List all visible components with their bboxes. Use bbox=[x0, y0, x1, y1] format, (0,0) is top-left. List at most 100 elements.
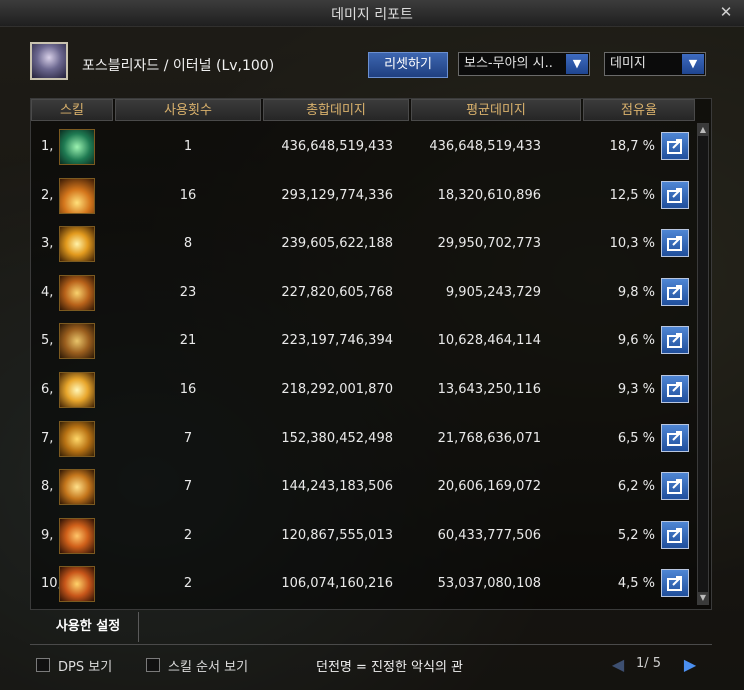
dungeon-name: 던전명 = 진정한 악식의 관 bbox=[316, 660, 464, 675]
row-average-damage: 10,628,464,114 bbox=[437, 333, 541, 349]
skill-icon-bow bbox=[59, 323, 95, 360]
row-use-count: 23 bbox=[179, 284, 197, 300]
row-total-damage: 152,380,452,498 bbox=[281, 430, 393, 446]
row-share: 5,2 % bbox=[617, 527, 655, 543]
row-total-damage: 227,820,605,768 bbox=[281, 284, 393, 300]
share-export-button[interactable] bbox=[661, 132, 689, 160]
share-export-button[interactable] bbox=[661, 180, 689, 209]
close-icon[interactable]: ✕ bbox=[718, 4, 734, 20]
tab-used-settings[interactable]: 사용한 설정 bbox=[38, 612, 139, 642]
row-total-damage: 106,074,160,216 bbox=[281, 576, 393, 592]
row-use-count: 7 bbox=[183, 479, 193, 495]
character-avatar bbox=[30, 42, 68, 80]
skill-order-checkbox[interactable] bbox=[146, 658, 160, 672]
share-export-button[interactable] bbox=[661, 472, 689, 501]
row-share: 9,8 % bbox=[617, 284, 655, 300]
table-row: 3, 8 239,605,622,188 29,950,702,773 10,3… bbox=[31, 220, 695, 269]
export-icon bbox=[667, 576, 682, 592]
row-rank: 4, bbox=[41, 284, 54, 300]
scroll-up-arrow-icon[interactable]: ▲ bbox=[698, 124, 708, 136]
next-page-icon[interactable]: ▶ bbox=[682, 654, 698, 676]
row-share: 12,5 % bbox=[609, 187, 655, 203]
row-share: 9,3 % bbox=[617, 381, 655, 397]
row-total-damage: 436,648,519,433 bbox=[281, 139, 393, 154]
export-icon bbox=[667, 430, 682, 446]
chevron-down-icon[interactable]: ▼ bbox=[566, 54, 588, 74]
skill-icon-green-burst bbox=[59, 129, 95, 165]
scroll-down-arrow-icon[interactable]: ▼ bbox=[698, 592, 708, 604]
row-rank: 8, bbox=[41, 479, 54, 495]
skill-icon-flame-burst bbox=[59, 177, 95, 214]
title-bar[interactable]: 데미지 리포트 ✕ bbox=[0, 0, 744, 27]
export-icon bbox=[667, 187, 682, 203]
row-rank: 3, bbox=[41, 236, 54, 252]
table-row: 2, 16 293,129,774,336 18,320,610,896 12,… bbox=[31, 172, 695, 221]
row-share: 6,5 % bbox=[617, 430, 655, 446]
row-use-count: 7 bbox=[183, 430, 193, 446]
row-total-damage: 144,243,183,506 bbox=[281, 479, 393, 495]
row-use-count: 1 bbox=[183, 139, 193, 154]
row-rank: 5, bbox=[41, 333, 54, 349]
row-use-count: 16 bbox=[179, 381, 197, 397]
dps-view-checkbox[interactable] bbox=[36, 658, 50, 672]
header-total-damage: 총합데미지 bbox=[263, 99, 409, 121]
table-header: 스킬 사용횟수 총합데미지 평균데미지 점유율 bbox=[31, 99, 695, 123]
chevron-down-icon[interactable]: ▼ bbox=[682, 54, 704, 74]
row-total-damage: 293,129,774,336 bbox=[281, 187, 393, 203]
export-icon bbox=[667, 527, 682, 543]
share-export-button[interactable] bbox=[661, 374, 689, 403]
header-use-count: 사용횟수 bbox=[115, 99, 261, 121]
page-indicator: 1/ 5 bbox=[636, 656, 662, 671]
row-use-count: 2 bbox=[183, 527, 193, 543]
share-export-button[interactable] bbox=[661, 520, 689, 549]
export-icon bbox=[667, 381, 682, 397]
skill-icon-star-flash bbox=[59, 371, 95, 408]
row-average-damage: 60,433,777,506 bbox=[437, 527, 541, 543]
row-share: 6,2 % bbox=[617, 479, 655, 495]
row-share: 18,7 % bbox=[609, 139, 655, 154]
table-row: 1, 1 436,648,519,433 436,648,519,433 18,… bbox=[31, 123, 695, 172]
table-row: 4, 23 227,820,605,768 9,905,243,729 9,8 … bbox=[31, 269, 695, 318]
header-skill: 스킬 bbox=[31, 99, 113, 121]
header-share: 점유율 bbox=[583, 99, 695, 121]
skill-icon-crown-eye bbox=[59, 420, 95, 457]
row-rank: 2, bbox=[41, 187, 54, 203]
row-total-damage: 223,197,746,394 bbox=[281, 333, 393, 349]
row-rank: 9, bbox=[41, 527, 54, 543]
metric-select[interactable]: 데미지 ▼ bbox=[604, 52, 706, 76]
skill-order-label: 스킬 순서 보기 bbox=[168, 660, 249, 675]
tab-divider bbox=[30, 644, 712, 645]
row-total-damage: 120,867,555,013 bbox=[281, 527, 393, 543]
row-share: 4,5 % bbox=[617, 576, 655, 592]
skill-icon-star-burst bbox=[59, 226, 95, 263]
footer-bar: DPS 보기 스킬 순서 보기 던전명 = 진정한 악식의 관 ◀ 1/ 5 ▶ bbox=[0, 650, 744, 690]
export-icon bbox=[667, 139, 682, 154]
skill-icon-fire-slash bbox=[59, 566, 95, 603]
share-export-button[interactable] bbox=[661, 326, 689, 355]
share-export-button[interactable] bbox=[661, 423, 689, 452]
table-row: 5, 21 223,197,746,394 10,628,464,114 9,6… bbox=[31, 317, 695, 366]
character-name: 포스블리자드 / 이터널 (Lv,100) bbox=[82, 58, 275, 74]
row-rank: 7, bbox=[41, 430, 54, 446]
reset-button[interactable]: 리셋하기 bbox=[368, 52, 448, 78]
boss-select[interactable]: 보스-무아의 시.. ▼ bbox=[458, 52, 590, 76]
table-row: 9, 2 120,867,555,013 60,433,777,506 5,2 … bbox=[31, 512, 695, 561]
row-total-damage: 218,292,001,870 bbox=[281, 381, 393, 397]
table-row: 7, 7 152,380,452,498 21,768,636,071 6,5 … bbox=[31, 415, 695, 464]
table-row: 8, 7 144,243,183,506 20,606,169,072 6,2 … bbox=[31, 463, 695, 512]
skill-icon-fire-ring bbox=[59, 517, 95, 554]
header-average-damage: 평균데미지 bbox=[411, 99, 581, 121]
row-rank: 6, bbox=[41, 381, 54, 397]
export-icon bbox=[667, 284, 682, 300]
skill-icon-wing-strike bbox=[59, 469, 95, 506]
share-export-button[interactable] bbox=[661, 229, 689, 258]
share-export-button[interactable] bbox=[661, 569, 689, 598]
metric-select-value: 데미지 bbox=[610, 56, 646, 71]
export-icon bbox=[667, 333, 682, 349]
row-average-damage: 29,950,702,773 bbox=[437, 236, 541, 252]
table-scrollbar[interactable]: ▲ ▼ bbox=[697, 123, 709, 605]
prev-page-icon[interactable]: ◀ bbox=[610, 654, 626, 676]
damage-report-window: 데미지 리포트 ✕ 포스블리자드 / 이터널 (Lv,100) 리셋하기 보스-… bbox=[0, 0, 744, 690]
row-average-damage: 13,643,250,116 bbox=[437, 381, 541, 397]
share-export-button[interactable] bbox=[661, 277, 689, 306]
